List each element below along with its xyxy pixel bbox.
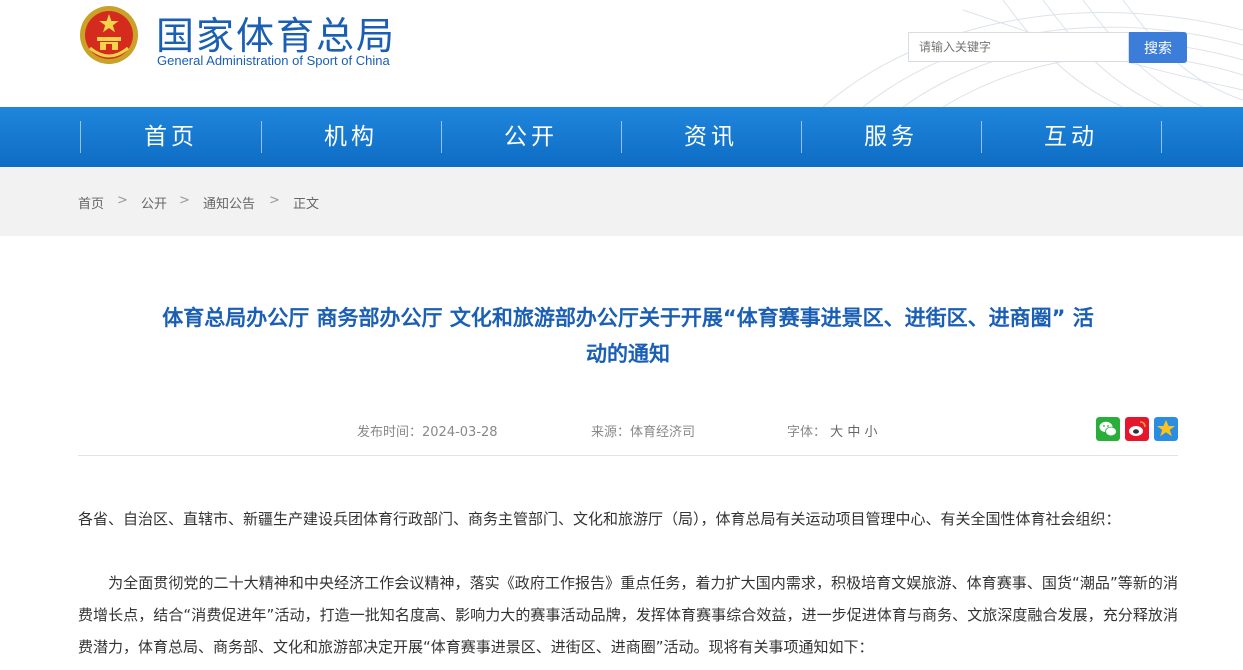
nav-item-public[interactable]: 公开 bbox=[441, 107, 621, 167]
breadcrumb-home[interactable]: 首页 bbox=[78, 193, 104, 212]
article-title-line2: 动的通知 bbox=[586, 342, 670, 366]
source-label: 来源： bbox=[591, 425, 631, 440]
search-button[interactable]: 搜索 bbox=[1129, 32, 1187, 63]
article-paragraph-2: 为全面贯彻党的二十大精神和中央经济工作会议精神，落实《政府工作报告》重点任务，着… bbox=[78, 574, 1178, 656]
publish-date: 发布时间：2024-03-28 bbox=[357, 421, 498, 440]
national-emblem-logo bbox=[80, 6, 138, 64]
publish-date-label: 发布时间： bbox=[357, 425, 423, 440]
site-subtitle: General Administration of Sport of China bbox=[157, 53, 390, 68]
font-size-medium[interactable]: 中 bbox=[847, 425, 860, 440]
font-size-control: 字体： 大 中 小 bbox=[787, 421, 877, 440]
nav-item-interaction[interactable]: 互动 bbox=[981, 107, 1161, 167]
meta-divider bbox=[78, 455, 1178, 456]
article-title: 体育总局办公厅 商务部办公厅 文化和旅游部办公厅关于开展“体育赛事进景区、进街区… bbox=[78, 300, 1178, 372]
site-header: 国家体育总局 General Administration of Sport o… bbox=[0, 0, 1243, 107]
article-paragraph-1: 各省、自治区、直辖市、新疆生产建设兵团体育行政部门、商务主管部门、文化和旅游厅（… bbox=[78, 510, 1121, 528]
search-input[interactable] bbox=[908, 32, 1129, 62]
article-source: 来源：体育经济司 bbox=[591, 421, 695, 440]
weibo-icon[interactable] bbox=[1125, 417, 1149, 441]
breadcrumb-separator: > bbox=[269, 193, 280, 208]
breadcrumb: 首页 > 公开 > 通知公告 > 正文 bbox=[0, 167, 1243, 236]
site-title[interactable]: 国家体育总局 bbox=[156, 5, 396, 60]
publish-date-value: 2024-03-28 bbox=[422, 425, 498, 440]
nav-item-services[interactable]: 服务 bbox=[801, 107, 981, 167]
qzone-icon[interactable] bbox=[1154, 417, 1178, 441]
breadcrumb-separator: > bbox=[117, 193, 128, 208]
nav-item-news[interactable]: 资讯 bbox=[621, 107, 801, 167]
nav-item-home[interactable]: 首页 bbox=[81, 107, 261, 167]
main-nav: 首页 机构 公开 资讯 服务 互动 bbox=[0, 107, 1243, 167]
nav-item-organization[interactable]: 机构 bbox=[261, 107, 441, 167]
breadcrumb-current: 正文 bbox=[293, 197, 320, 212]
font-size-large[interactable]: 大 bbox=[830, 425, 843, 440]
wechat-icon[interactable] bbox=[1096, 417, 1120, 441]
breadcrumb-public[interactable]: 公开 bbox=[141, 193, 167, 212]
source-value: 体育经济司 bbox=[630, 425, 696, 440]
font-size-small[interactable]: 小 bbox=[864, 425, 877, 440]
breadcrumb-notices[interactable]: 通知公告 bbox=[203, 193, 255, 212]
nav-separator bbox=[1161, 121, 1162, 153]
font-size-label: 字体： bbox=[787, 425, 827, 440]
breadcrumb-separator: > bbox=[179, 193, 190, 208]
article-title-line1: 体育总局办公厅 商务部办公厅 文化和旅游部办公厅关于开展“体育赛事进景区、进街区… bbox=[162, 306, 1094, 330]
